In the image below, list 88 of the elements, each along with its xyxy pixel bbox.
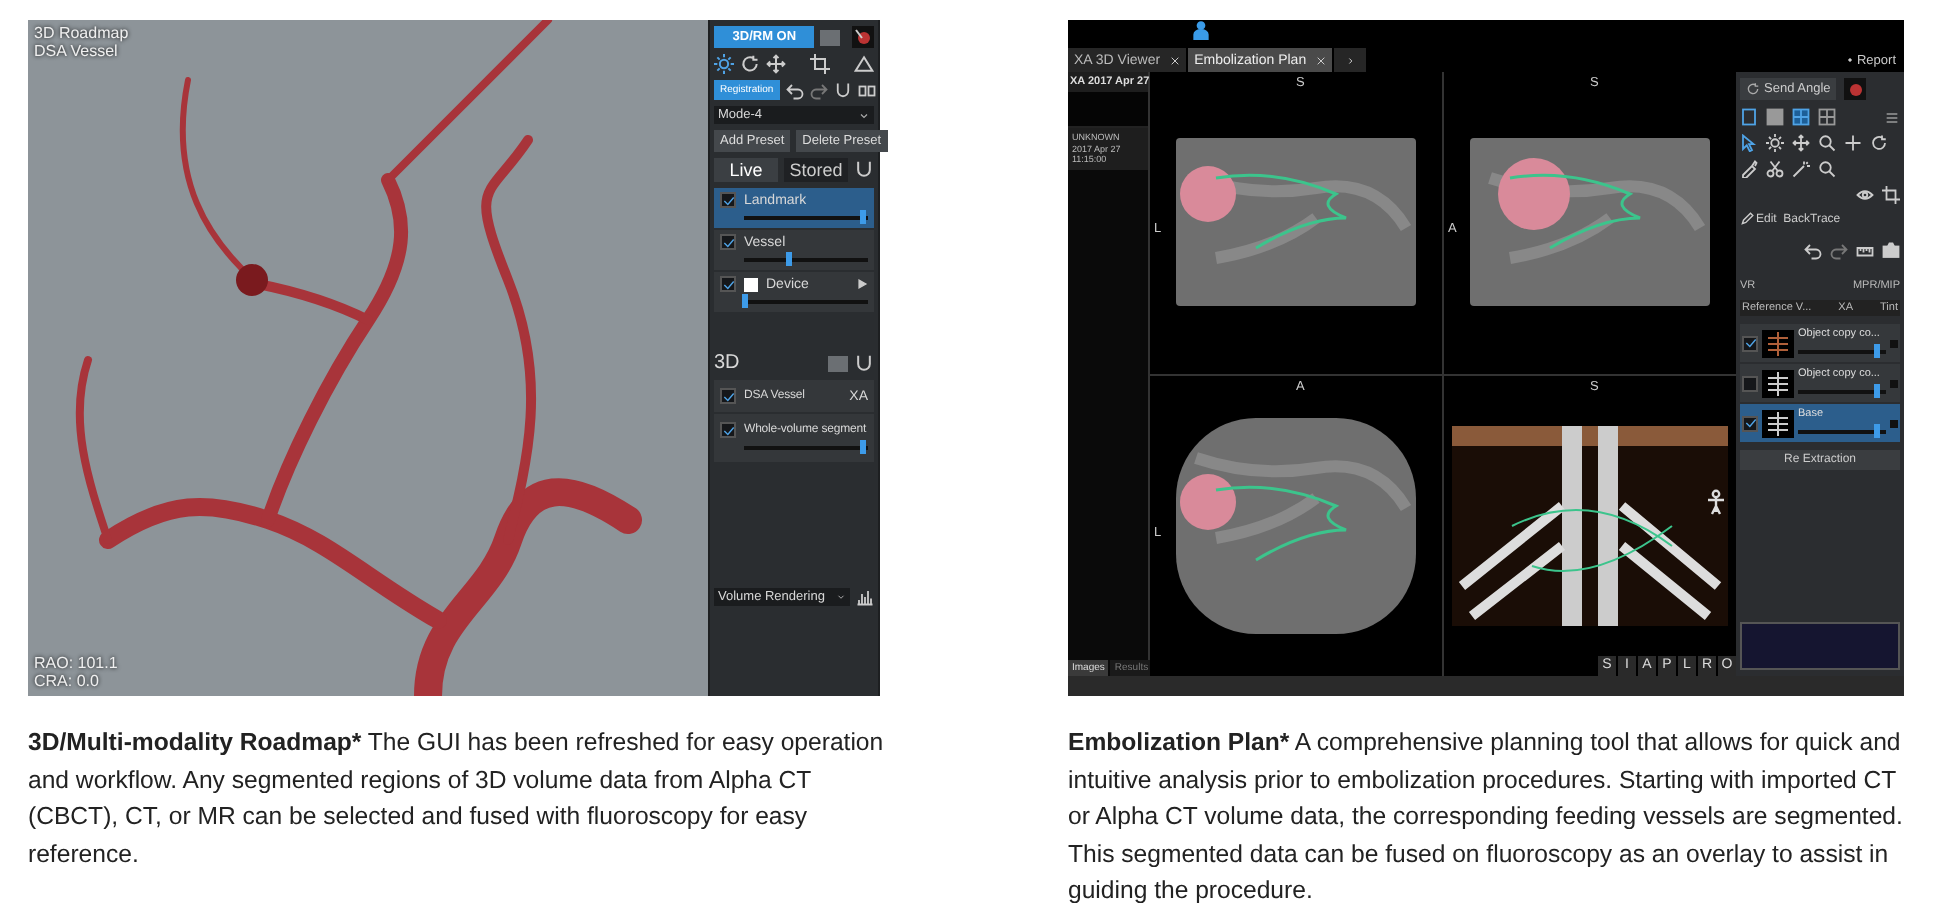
- checkbox[interactable]: [720, 388, 736, 404]
- undo-icon[interactable]: [1804, 242, 1822, 260]
- body-figure-icon: [1704, 485, 1728, 517]
- checkbox[interactable]: [720, 276, 736, 292]
- magnet-icon[interactable]: [854, 353, 874, 373]
- menu-icon[interactable]: [1884, 109, 1900, 125]
- checkbox[interactable]: [720, 234, 736, 250]
- caret-icon: [836, 592, 846, 602]
- section-title: 3D: [714, 352, 740, 374]
- person-icon[interactable]: [1192, 20, 1210, 40]
- slider-thumb[interactable]: [860, 440, 867, 454]
- slider-thumb[interactable]: [1874, 424, 1881, 438]
- check-icon: [721, 193, 735, 207]
- refresh-icon: [1746, 82, 1760, 96]
- checkbox[interactable]: [1742, 415, 1758, 431]
- layout-icon[interactable]: [857, 81, 876, 99]
- thumbnail-icon[interactable]: [1844, 78, 1867, 100]
- tab[interactable]: Stored: [784, 158, 848, 182]
- check-icon: [721, 423, 735, 437]
- caption-paragraph: 3D/Multi-modality Roadmap* The GUI has been refreshed for easy operation and workflow. Any segmented regions of 3D volume data from Alpha CT (CBCT), CT, or MR can be selected and fused with fluoroscopy for easy reference.: [28, 726, 886, 871]
- redo-icon[interactable]: [1830, 242, 1848, 260]
- slider[interactable]: [744, 252, 868, 266]
- pointer-icon[interactable]: [1740, 134, 1758, 152]
- undo-icon[interactable]: [785, 81, 804, 99]
- tab[interactable]: Live: [714, 158, 778, 182]
- slider[interactable]: [744, 440, 868, 454]
- slider[interactable]: [1798, 384, 1886, 398]
- slider[interactable]: [744, 210, 868, 224]
- brush-icon[interactable]: [1740, 160, 1758, 178]
- caption-paragraph: Embolization Plan* A comprehensive planning tool that allows for quick and intuitive analysis prior to embolization procedures. Starting with imported CT or Alpha CT volume data, the corresponding feeding vessels are segmented. This segmented data can be fused on fluoroscopy as an overlay to assist in guiding the procedure.: [1068, 726, 1905, 908]
- crosshair-icon[interactable]: [1844, 134, 1862, 152]
- zoom-icon[interactable]: [1818, 160, 1836, 178]
- slider-thumb[interactable]: [785, 252, 792, 266]
- slider-thumb[interactable]: [1874, 344, 1881, 358]
- sun-icon[interactable]: [714, 54, 734, 74]
- overlay-label: CRA: 0.0: [34, 672, 101, 690]
- object-thumbnail-icon: [1762, 329, 1794, 357]
- overlay-label: RAO: 101.1: [34, 654, 118, 672]
- checkbox[interactable]: [720, 422, 736, 438]
- triangle-icon[interactable]: [854, 54, 874, 74]
- color-swatch[interactable]: [744, 277, 758, 291]
- magnet-icon[interactable]: [833, 81, 852, 99]
- camera-icon[interactable]: [1882, 242, 1900, 260]
- scissors-icon[interactable]: [1766, 160, 1784, 178]
- histogram-icon[interactable]: [856, 588, 874, 606]
- checkbox[interactable]: [1742, 335, 1758, 351]
- series-thumbnail[interactable]: [1068, 92, 1148, 128]
- move-icon[interactable]: [766, 54, 786, 74]
- slider[interactable]: [744, 294, 868, 308]
- check-icon: [721, 389, 735, 403]
- play-icon[interactable]: [856, 278, 868, 290]
- overlay-label: 3D Roadmap: [34, 24, 129, 42]
- move-icon[interactable]: [1792, 134, 1810, 152]
- chevron-icon: [1345, 55, 1356, 65]
- edit-icon: [1740, 212, 1754, 226]
- quad-layout-icon[interactable]: [1792, 108, 1810, 126]
- small-button[interactable]: [820, 29, 840, 45]
- rotate-icon[interactable]: [740, 54, 760, 74]
- check-icon: [1743, 336, 1757, 350]
- rotate-icon[interactable]: [1870, 134, 1888, 152]
- check-icon: [1743, 416, 1757, 430]
- ruler-icon[interactable]: [1856, 242, 1874, 260]
- object-thumbnail-icon: [1762, 409, 1794, 437]
- slider-thumb[interactable]: [742, 294, 749, 308]
- eye-icon[interactable]: [1856, 186, 1874, 204]
- sun-icon[interactable]: [1766, 134, 1784, 152]
- checkbox[interactable]: [720, 192, 736, 208]
- caret-icon: [858, 109, 870, 121]
- wand-icon[interactable]: [1792, 160, 1810, 178]
- slider-thumb[interactable]: [860, 210, 867, 224]
- single-layout-icon[interactable]: [1740, 108, 1758, 126]
- thumbnail-icon[interactable]: [852, 26, 874, 48]
- close-icon[interactable]: [1170, 55, 1181, 65]
- check-icon: [721, 235, 735, 249]
- crop-icon[interactable]: [810, 54, 830, 74]
- zoom-icon[interactable]: [1818, 134, 1836, 152]
- check-icon: [721, 277, 735, 291]
- slider[interactable]: [1798, 424, 1886, 438]
- slider-thumb[interactable]: [1874, 384, 1881, 398]
- magnet-icon[interactable]: [854, 160, 874, 180]
- full-layout-icon[interactable]: [1766, 108, 1784, 126]
- checkbox[interactable]: [1742, 375, 1758, 391]
- overlay-label: DSA Vessel: [34, 42, 120, 60]
- close-icon[interactable]: [1316, 55, 1327, 65]
- object-thumbnail-icon: [1762, 369, 1794, 397]
- grid-layout-icon[interactable]: [1818, 108, 1836, 126]
- slider[interactable]: [1798, 344, 1886, 358]
- crop-icon[interactable]: [1882, 186, 1900, 204]
